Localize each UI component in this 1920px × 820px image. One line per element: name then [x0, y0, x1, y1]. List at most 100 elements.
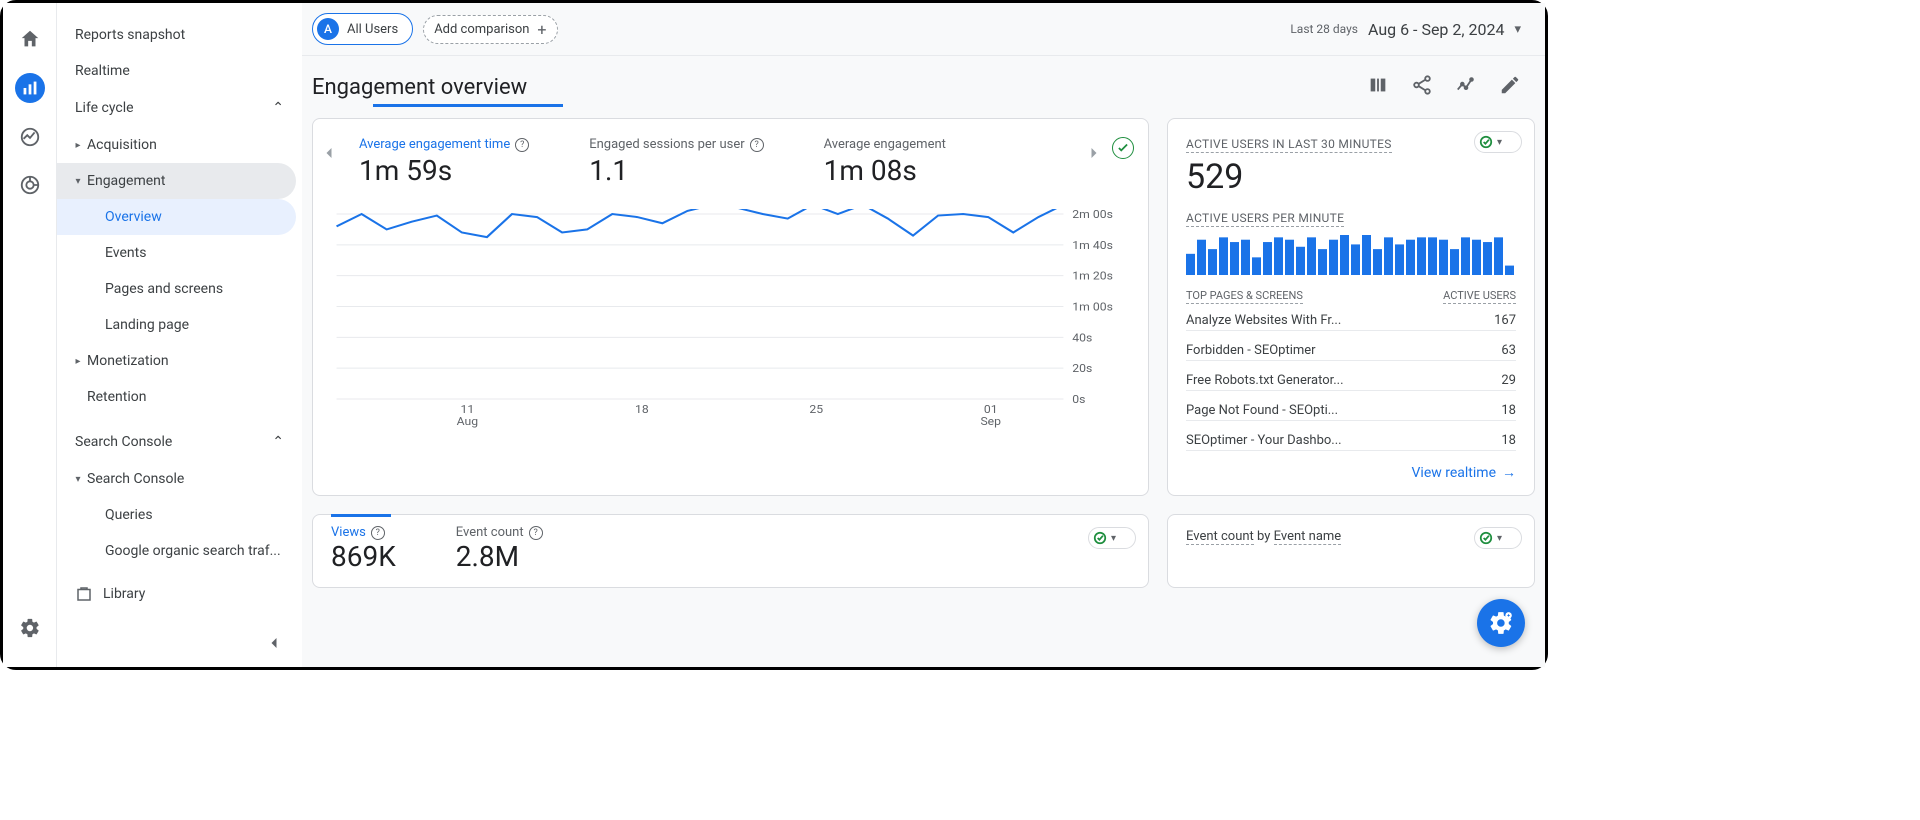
realtime-table-head: TOP PAGES & SCREENS ACTIVE USERS	[1186, 289, 1516, 304]
quality-badge-dropdown[interactable]: ▾	[1088, 527, 1136, 549]
page-name: Analyze Websites With Fr...	[1186, 313, 1341, 328]
svg-text:40s: 40s	[1072, 331, 1092, 344]
advertising-icon[interactable]	[16, 171, 44, 199]
page-name: Forbidden - SEOptimer	[1186, 343, 1316, 358]
metric-tab-avg-engagement-time[interactable]: Average engagement time? 1m 59s	[359, 133, 549, 191]
nav-reports-snapshot[interactable]: Reports snapshot	[57, 17, 296, 53]
insights-icon[interactable]	[1455, 74, 1477, 100]
svg-text:1m 00s: 1m 00s	[1072, 300, 1113, 313]
metric-label: Views	[331, 525, 366, 540]
nav-label: Acquisition	[87, 137, 157, 153]
date-range-picker[interactable]: Last 28 days Aug 6 - Sep 2, 2024 ▾	[1290, 20, 1521, 39]
metric-views[interactable]: Views? 869K	[331, 525, 396, 573]
nav-engagement[interactable]: ▾ Engagement	[57, 163, 296, 199]
svg-text:2m 00s: 2m 00s	[1072, 209, 1113, 221]
nav-label: Engagement	[87, 173, 165, 189]
nav-engagement-landing[interactable]: Landing page	[57, 307, 296, 343]
page-name: Free Robots.txt Generator...	[1186, 373, 1344, 388]
explore-icon[interactable]	[16, 123, 44, 151]
nav-searchconsole[interactable]: ▾ Search Console	[57, 461, 296, 497]
edit-icon[interactable]	[1499, 74, 1521, 100]
metric-tab-engaged-sessions[interactable]: Engaged sessions per user? 1.1	[589, 133, 783, 191]
help-icon[interactable]: ?	[750, 138, 764, 152]
metric-tab-avg-engagement[interactable]: Average engagement 1m 08s	[824, 133, 966, 191]
chip-label: All Users	[347, 22, 398, 37]
text-part: Event count	[1186, 529, 1254, 545]
chevron-up-icon: ⌃	[272, 434, 284, 450]
table-row[interactable]: Forbidden - SEOptimer 63	[1186, 334, 1516, 364]
nav-engagement-pages[interactable]: Pages and screens	[57, 271, 296, 307]
svg-text:25: 25	[809, 403, 823, 416]
engagement-chart-card: Average engagement time? 1m 59s Engaged …	[312, 118, 1149, 496]
user-count: 167	[1494, 313, 1516, 328]
table-row[interactable]: Analyze Websites With Fr... 167	[1186, 304, 1516, 334]
share-icon[interactable]	[1411, 74, 1433, 100]
metric-event-count[interactable]: Event count? 2.8M	[456, 525, 543, 573]
caret-right-icon: ▸	[69, 356, 87, 367]
compare-icon[interactable]	[1367, 74, 1389, 100]
user-count: 18	[1501, 433, 1516, 448]
view-realtime-link[interactable]: View realtime →	[1186, 464, 1516, 481]
nav-acquisition[interactable]: ▸ Acquisition	[57, 127, 296, 163]
quality-badge-dropdown[interactable]: ▾	[1474, 131, 1522, 153]
nav-sc-queries[interactable]: Queries	[57, 497, 296, 533]
title-actions	[1367, 74, 1521, 100]
svg-text:0s: 0s	[1072, 393, 1085, 406]
svg-text:1m 40s: 1m 40s	[1072, 238, 1113, 251]
quality-badge-dropdown[interactable]: ▾	[1474, 527, 1522, 549]
user-count: 63	[1501, 343, 1516, 358]
help-icon[interactable]: ?	[515, 138, 529, 152]
nav-label: Search Console	[87, 471, 184, 487]
dropdown-icon: ▾	[1111, 533, 1116, 544]
metric-value: 869K	[331, 540, 396, 573]
arrow-right-icon: →	[1502, 464, 1516, 481]
realtime-table-body: Analyze Websites With Fr... 167 Forbidden …	[1186, 304, 1516, 454]
nav-monetization[interactable]: ▸ Monetization	[57, 343, 296, 379]
nav-retention[interactable]: Retention	[57, 379, 296, 415]
page-title: Engagement overview	[312, 75, 527, 100]
table-row[interactable]: Free Robots.txt Generator...29	[1186, 364, 1516, 394]
settings-icon[interactable]	[16, 614, 44, 642]
user-count: 18	[1501, 403, 1516, 418]
col-pages: TOP PAGES & SCREENS	[1186, 289, 1303, 304]
nav-engagement-overview[interactable]: Overview	[57, 199, 296, 235]
nav-section-lifecycle[interactable]: Life cycle ⌃	[57, 89, 302, 127]
nav-realtime[interactable]: Realtime	[57, 53, 296, 89]
text-part: by	[1254, 529, 1274, 544]
nav-sc-organic[interactable]: Google organic search traf...	[57, 533, 296, 569]
nav-label: Monetization	[87, 353, 169, 369]
insights-fab[interactable]	[1477, 599, 1525, 647]
active-tab-indicator	[373, 104, 563, 107]
metric-label: Average engagement	[824, 137, 946, 152]
nav-label: Library	[103, 586, 145, 602]
svg-text:Sep: Sep	[980, 415, 1001, 428]
chip-all-users[interactable]: A All Users	[312, 13, 413, 45]
metric-label: Engaged sessions per user	[589, 137, 744, 152]
date-label: Last 28 days	[1290, 22, 1358, 36]
collapse-nav-icon[interactable]	[264, 633, 284, 657]
comparison-chips: A All Users Add comparison +	[312, 13, 558, 45]
help-icon[interactable]: ?	[371, 526, 385, 540]
caret-down-icon: ▾	[69, 176, 87, 187]
nav-label: Retention	[87, 389, 147, 405]
title-bar: Engagement overview	[302, 56, 1545, 118]
chip-label: Add comparison	[434, 22, 529, 37]
help-icon[interactable]: ?	[529, 526, 543, 540]
metric-label: Average engagement time	[359, 137, 510, 152]
card-title: Event count by Event name	[1186, 529, 1516, 544]
dropdown-icon: ▾	[1497, 533, 1502, 544]
report-nav: Reports snapshot Realtime Life cycle ⌃ ▸…	[57, 3, 302, 667]
svg-text:1m 20s: 1m 20s	[1072, 269, 1113, 282]
table-row[interactable]: Page Not Found - SEOpti...18	[1186, 394, 1516, 424]
realtime-title: ACTIVE USERS IN LAST 30 MINUTES	[1186, 137, 1392, 153]
plus-icon: +	[537, 20, 546, 39]
nav-section-searchconsole[interactable]: Search Console ⌃	[57, 423, 302, 461]
caret-down-icon: ▾	[69, 474, 87, 485]
nav-engagement-events[interactable]: Events	[57, 235, 296, 271]
reports-icon[interactable]	[15, 73, 45, 103]
home-icon[interactable]	[16, 25, 44, 53]
table-row[interactable]: SEOptimer - Your Dashbo...18	[1186, 424, 1516, 454]
chip-add-comparison[interactable]: Add comparison +	[423, 15, 557, 44]
nav-library[interactable]: Library	[57, 575, 302, 613]
svg-text:20s: 20s	[1072, 362, 1092, 375]
